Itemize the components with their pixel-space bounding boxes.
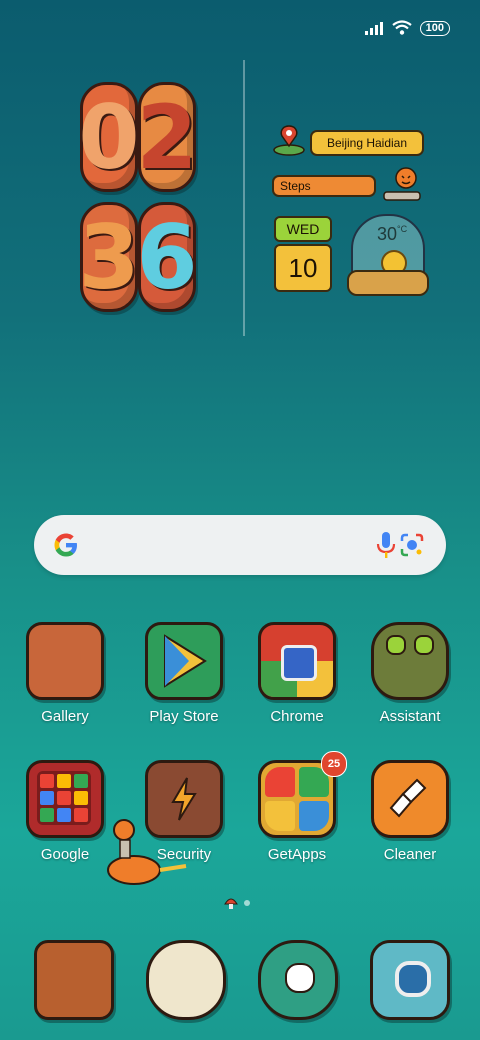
signal-icon bbox=[364, 22, 383, 35]
widget-divider bbox=[243, 60, 245, 336]
app-label: Chrome bbox=[270, 708, 324, 725]
app-label: GetApps bbox=[267, 846, 327, 863]
getapps-icon: 25 bbox=[258, 751, 347, 838]
steps-label: Steps bbox=[280, 179, 311, 193]
steps-bar: Steps bbox=[272, 175, 376, 197]
pumpkin-treadmill-icon bbox=[380, 164, 424, 204]
mic-icon[interactable] bbox=[374, 530, 398, 560]
map-pin-icon bbox=[272, 122, 305, 156]
app-gallery[interactable]: Gallery bbox=[15, 622, 115, 725]
clock-widget[interactable]: 0 2 3 6 bbox=[76, 82, 198, 314]
app-assistant[interactable]: Assistant bbox=[360, 622, 460, 725]
app-label: Play Store bbox=[149, 708, 219, 725]
location-label: Beijing Haidian bbox=[310, 130, 424, 156]
status-bar: 100 bbox=[364, 14, 450, 42]
wifi-icon bbox=[391, 20, 412, 35]
weekday-box: WED bbox=[274, 216, 332, 242]
app-getapps[interactable]: 25 GetApps bbox=[247, 751, 347, 863]
phone-icon[interactable] bbox=[34, 940, 114, 1020]
app-chrome[interactable]: Chrome bbox=[247, 622, 347, 725]
play-store-icon bbox=[145, 622, 223, 700]
pumpkin-scooter-decoration bbox=[100, 818, 192, 888]
app-label: Assistant bbox=[379, 708, 441, 725]
app-play-store[interactable]: Play Store bbox=[134, 622, 234, 725]
lens-icon[interactable] bbox=[398, 531, 426, 559]
page-dot bbox=[244, 900, 250, 906]
clock-hour-digit-1: 0 bbox=[78, 82, 140, 192]
app-cleaner[interactable]: Cleaner bbox=[360, 760, 460, 863]
clock-minute-digit-2: 6 bbox=[136, 202, 198, 312]
app-label: Gallery bbox=[41, 708, 89, 725]
monster-icon[interactable] bbox=[258, 940, 338, 1020]
day-box: 10 bbox=[274, 244, 332, 292]
gallery-icon bbox=[26, 622, 104, 700]
messages-icon[interactable] bbox=[146, 940, 226, 1020]
weather-globe[interactable]: 30°C bbox=[347, 214, 429, 296]
google-g-icon bbox=[54, 533, 77, 557]
page-indicator[interactable] bbox=[224, 897, 250, 909]
mushroom-page-icon bbox=[224, 898, 238, 909]
location-text: Beijing Haidian bbox=[326, 136, 408, 150]
temperature-value: 30 bbox=[377, 224, 398, 244]
notification-badge: 25 bbox=[321, 751, 347, 777]
battery-indicator: 100 bbox=[419, 20, 450, 36]
google-folder-icon bbox=[26, 760, 104, 838]
clock-hour-digit-2: 2 bbox=[136, 82, 198, 192]
clock-minute-digit-1: 3 bbox=[78, 202, 140, 312]
chrome-icon bbox=[258, 622, 336, 700]
robot-assistant-icon bbox=[371, 622, 449, 700]
app-label: Cleaner bbox=[383, 846, 437, 863]
weekday-text: WED bbox=[286, 221, 320, 237]
temperature-unit: °C bbox=[397, 224, 408, 234]
day-text: 10 bbox=[288, 252, 318, 283]
globe-base bbox=[347, 270, 429, 296]
camera-robot-icon[interactable] bbox=[370, 940, 450, 1020]
cleaner-brush-icon bbox=[371, 760, 449, 838]
google-search-bar[interactable] bbox=[34, 515, 446, 575]
